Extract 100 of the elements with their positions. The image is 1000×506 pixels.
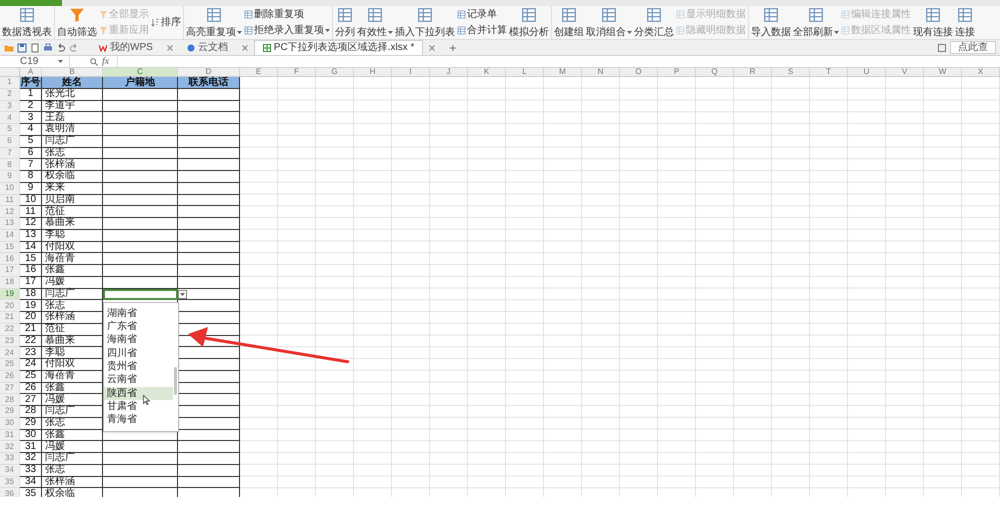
empty-cell[interactable] (178, 441, 240, 453)
save-icon[interactable] (17, 42, 27, 52)
ribbon-button[interactable]: 连接 (955, 6, 975, 39)
column-header[interactable]: L (506, 68, 544, 76)
column-header[interactable]: J (430, 68, 468, 76)
empty-cell[interactable] (178, 159, 240, 171)
empty-cell[interactable] (178, 194, 240, 206)
empty-cell[interactable] (178, 136, 240, 148)
window-icon[interactable] (938, 44, 946, 52)
printer-icon[interactable] (43, 42, 53, 52)
row-header[interactable]: 21 (0, 312, 20, 324)
search-field[interactable]: 点此查 (950, 41, 996, 54)
row-header[interactable]: 20 (0, 300, 20, 312)
row-header[interactable]: 9 (0, 171, 20, 183)
ribbon-button[interactable]: 插入下拉列表 (395, 6, 455, 39)
row-header[interactable]: 10 (0, 182, 20, 194)
row-header[interactable]: 27 (0, 382, 20, 394)
column-header[interactable]: H (354, 68, 392, 76)
column-header[interactable]: N (582, 68, 620, 76)
column-header[interactable]: G (316, 68, 354, 76)
column-header[interactable]: F (278, 68, 316, 76)
empty-cell[interactable] (178, 265, 240, 277)
ribbon-button[interactable]: 取消组合 (586, 6, 632, 39)
row-header[interactable]: 30 (0, 418, 20, 430)
zoom-icon[interactable] (90, 58, 98, 66)
empty-cell[interactable] (178, 276, 240, 288)
ribbon-button[interactable]: 记录单 (457, 8, 507, 20)
row-header[interactable]: 7 (0, 148, 20, 160)
row-header[interactable]: 16 (0, 253, 20, 265)
column-header[interactable]: D (178, 68, 240, 76)
row-header[interactable]: 2 (0, 88, 20, 100)
row-header[interactable]: 13 (0, 218, 20, 230)
row-header[interactable]: 23 (0, 336, 20, 348)
row-header[interactable]: 14 (0, 230, 20, 242)
row-header[interactable]: 24 (0, 347, 20, 359)
scrollbar-thumb[interactable] (174, 367, 177, 396)
row-header[interactable]: 18 (0, 276, 20, 288)
ribbon-button[interactable]: 分类汇总 (634, 6, 674, 39)
new-tab-button[interactable]: + (449, 42, 456, 54)
column-header[interactable]: M (544, 68, 582, 76)
row-header[interactable]: 26 (0, 370, 20, 382)
ribbon-button[interactable]: 高亮重复项 (186, 6, 242, 39)
dropdown-button[interactable] (178, 290, 187, 298)
ribbon-button[interactable]: 模拟分析 (509, 6, 549, 39)
ribbon-button[interactable]: 数据透视表 (2, 6, 52, 39)
ribbon-button[interactable]: 分列 (335, 6, 355, 39)
row-header[interactable]: 4 (0, 112, 20, 124)
row-header[interactable]: 33 (0, 453, 20, 465)
document-icon[interactable] (30, 42, 40, 52)
close-icon[interactable] (429, 44, 436, 50)
row-header[interactable]: 6 (0, 136, 20, 148)
active-cell[interactable] (103, 288, 178, 300)
empty-cell[interactable] (178, 218, 240, 230)
ribbon-button[interactable]: 自动筛选 (57, 6, 97, 39)
empty-cell[interactable] (178, 88, 240, 100)
dropdown-option[interactable]: 陕西省 (104, 387, 173, 400)
ribbon-button[interactable]: 排序 (151, 17, 181, 28)
column-header[interactable]: W (924, 68, 962, 76)
function-button[interactable]: fx (102, 56, 110, 66)
row-header[interactable]: 36 (0, 488, 20, 497)
empty-cell[interactable] (178, 206, 240, 218)
document-tab[interactable]: PC下拉列表选项区域选择.xlsx * (254, 40, 424, 55)
column-header[interactable]: I (392, 68, 430, 76)
empty-cell[interactable] (178, 230, 240, 242)
column-header[interactable]: U (848, 68, 886, 76)
ribbon-button[interactable]: 拒绝录入重复项 (244, 25, 330, 36)
empty-cell[interactable] (178, 171, 240, 183)
column-header[interactable]: E (240, 68, 278, 76)
column-header[interactable]: P (658, 68, 696, 76)
column-header[interactable]: Q (696, 68, 734, 76)
close-icon[interactable] (166, 44, 173, 50)
row-header[interactable]: 34 (0, 464, 20, 476)
column-header[interactable]: O (620, 68, 658, 76)
row-header[interactable]: 15 (0, 242, 20, 254)
column-header[interactable]: S (772, 68, 810, 76)
undo-icon[interactable] (56, 42, 66, 52)
empty-cell[interactable] (178, 430, 240, 442)
row-header[interactable]: 19 (0, 288, 20, 300)
row-header[interactable]: 28 (0, 394, 20, 406)
row-header[interactable]: 12 (0, 206, 20, 218)
row-header[interactable]: 1 (0, 77, 20, 89)
empty-cell[interactable] (178, 124, 240, 136)
ribbon-button[interactable]: 删除重复项 (244, 8, 330, 20)
row-header[interactable]: 32 (0, 441, 20, 453)
row-header[interactable]: 22 (0, 324, 20, 336)
document-tab[interactable]: 我的WPS (91, 40, 161, 55)
ribbon-button[interactable]: 全部刷新 (793, 6, 839, 39)
name-box[interactable]: C19 (0, 56, 70, 67)
empty-cell[interactable] (178, 148, 240, 160)
cell-grid[interactable] (240, 77, 1000, 497)
row-header[interactable]: 29 (0, 406, 20, 418)
empty-cell[interactable] (178, 453, 240, 465)
document-tab[interactable]: 云文档 (178, 40, 236, 55)
row-header[interactable]: 35 (0, 476, 20, 488)
column-header[interactable]: R (734, 68, 772, 76)
empty-cell[interactable] (178, 100, 240, 112)
column-header[interactable]: X (962, 68, 1000, 76)
empty-cell[interactable] (178, 242, 240, 254)
empty-cell[interactable] (178, 182, 240, 194)
column-header[interactable]: A (20, 68, 42, 76)
